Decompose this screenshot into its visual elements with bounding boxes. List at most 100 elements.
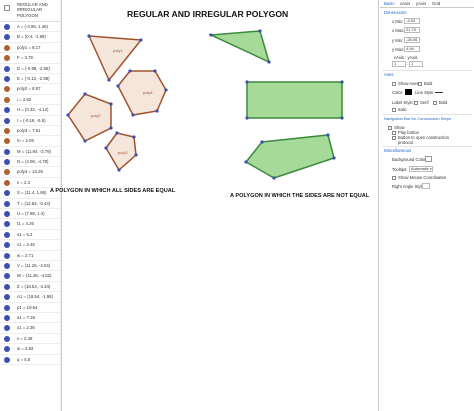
algebra-row[interactable]: w = 2.71 bbox=[0, 251, 61, 261]
visibility-toggle-icon[interactable] bbox=[4, 200, 10, 207]
algebra-row[interactable]: poly4 = 13.26 bbox=[0, 167, 61, 178]
tab-basic[interactable]: Basic bbox=[384, 1, 395, 6]
algebra-row[interactable]: p1 = 19.64 bbox=[0, 303, 61, 313]
visibility-toggle-icon[interactable] bbox=[4, 169, 10, 176]
algebra-row[interactable]: F = 3.79 bbox=[0, 53, 61, 64]
visibility-toggle-icon[interactable] bbox=[4, 148, 10, 155]
visibility-toggle-icon[interactable] bbox=[4, 262, 10, 269]
visibility-toggle-icon[interactable] bbox=[4, 117, 10, 124]
ratio-left-field[interactable]: 1 bbox=[392, 61, 406, 67]
visibility-toggle-icon[interactable] bbox=[4, 335, 10, 342]
serif-checkbox[interactable] bbox=[414, 101, 418, 105]
xmin-field[interactable]: -3.52 bbox=[404, 18, 420, 24]
visibility-toggle-icon[interactable] bbox=[4, 86, 10, 93]
visibility-toggle-icon[interactable] bbox=[4, 221, 10, 228]
algebra-row[interactable]: t1 = 4.26 bbox=[0, 219, 61, 230]
visibility-toggle-icon[interactable] bbox=[4, 96, 10, 103]
visibility-toggle-icon[interactable] bbox=[4, 242, 10, 249]
show-axes-checkbox[interactable] bbox=[392, 82, 396, 86]
visibility-toggle-icon[interactable] bbox=[4, 346, 10, 353]
visibility-toggle-icon[interactable] bbox=[4, 75, 10, 82]
visibility-toggle-icon[interactable] bbox=[4, 283, 10, 290]
algebra-row[interactable]: I = (-0.19, -5.5) bbox=[0, 116, 61, 126]
visibility-toggle-icon[interactable] bbox=[4, 179, 10, 186]
visibility-toggle-icon[interactable] bbox=[4, 211, 10, 218]
visibility-toggle-icon[interactable] bbox=[4, 24, 10, 30]
ymax-field[interactable]: 4.94 bbox=[404, 46, 420, 52]
background-color-swatch[interactable] bbox=[425, 156, 432, 162]
visibility-toggle-icon[interactable] bbox=[4, 190, 10, 197]
visibility-toggle-icon[interactable] bbox=[4, 55, 10, 62]
irregular-pentagon[interactable] bbox=[244, 134, 335, 179]
ymin-field[interactable]: -28.06 bbox=[404, 37, 420, 43]
line-style-icon[interactable] bbox=[435, 92, 443, 93]
visibility-toggle-icon[interactable] bbox=[4, 65, 10, 72]
algebra-scrollbar[interactable] bbox=[60, 0, 61, 411]
algebra-row[interactable]: m = 2.06 bbox=[0, 136, 61, 147]
label-bold-checkbox[interactable] bbox=[433, 101, 437, 105]
algebra-row[interactable]: v = 2.48 bbox=[0, 334, 61, 345]
visibility-toggle-icon[interactable] bbox=[4, 127, 10, 134]
irregular-triangle[interactable] bbox=[208, 30, 271, 64]
tooltips-label: Tooltips: bbox=[392, 167, 408, 172]
visibility-toggle-icon[interactable] bbox=[4, 231, 10, 238]
visibility-toggle-icon[interactable] bbox=[4, 314, 10, 321]
algebra-row[interactable]: poly2 = 8.87 bbox=[0, 84, 61, 95]
algebra-row[interactable]: A = (-3.96, 1.46) bbox=[0, 22, 61, 33]
visibility-toggle-icon[interactable] bbox=[4, 252, 10, 259]
graphics-view[interactable]: poly1 poly2 poly3 poly4 REGULAR AND IRRE… bbox=[50, 0, 379, 411]
visibility-toggle-icon[interactable] bbox=[4, 304, 10, 311]
right-angle-dropdown[interactable] bbox=[422, 183, 430, 189]
poly2-pentagon[interactable] bbox=[67, 93, 112, 142]
algebra-row[interactable]: s1 = 5.2 bbox=[0, 230, 61, 241]
visibility-toggle-icon[interactable] bbox=[4, 356, 10, 363]
show-mouse-coords-checkbox[interactable] bbox=[392, 176, 396, 180]
visibility-toggle-icon[interactable] bbox=[4, 107, 10, 114]
bold-checkbox[interactable] bbox=[418, 82, 422, 86]
algebra-row[interactable]: v1 = 3.45 bbox=[0, 240, 61, 251]
visibility-toggle-icon[interactable] bbox=[4, 294, 10, 301]
algebra-row[interactable]: N = (4.08, -4.78) bbox=[0, 157, 61, 168]
algebra-row[interactable]: q = 5.8 bbox=[0, 355, 61, 365]
open-protocol-checkbox[interactable] bbox=[392, 136, 396, 140]
algebra-row[interactable]: B = (0.4, -1.98) bbox=[0, 32, 61, 43]
algebra-row[interactable]: poly1 = 8.17 bbox=[0, 43, 61, 54]
visibility-toggle-icon[interactable] bbox=[4, 34, 10, 41]
show-nav-checkbox[interactable] bbox=[388, 126, 392, 130]
poly4-hexagon[interactable] bbox=[117, 70, 167, 116]
algebra-row[interactable]: w = 2.82 bbox=[0, 344, 61, 355]
algebra-row[interactable]: E = (-0.12, -2.98) bbox=[0, 74, 61, 85]
visibility-toggle-icon[interactable] bbox=[4, 138, 10, 145]
algebra-row[interactable]: M = (11.94, -3.79) bbox=[0, 147, 61, 158]
algebra-row[interactable]: a1 = 7.26 bbox=[0, 313, 61, 324]
algebra-row[interactable]: x1 = 2.36 bbox=[0, 323, 61, 334]
algebra-row[interactable]: H = (0.32, -4.12) bbox=[0, 105, 61, 116]
graphics-canvas[interactable]: poly1 poly2 poly3 poly4 bbox=[63, 0, 379, 411]
italic-checkbox[interactable] bbox=[392, 108, 396, 112]
algebra-row[interactable]: A1 = (18.54, -1.98) bbox=[0, 292, 61, 303]
visibility-toggle-icon[interactable] bbox=[4, 159, 10, 166]
axis-color-swatch[interactable] bbox=[405, 89, 412, 95]
xmax-field[interactable]: 21.79 bbox=[404, 27, 420, 33]
ratio-right-field[interactable]: 1 bbox=[409, 61, 423, 67]
visibility-toggle-icon[interactable] bbox=[4, 325, 10, 332]
algebra-row[interactable]: U = (7.98, 1.4) bbox=[0, 209, 61, 220]
irregular-rectangle[interactable] bbox=[246, 81, 343, 119]
visibility-toggle-icon[interactable] bbox=[4, 273, 10, 280]
tab-yaxis[interactable]: yAxis bbox=[416, 1, 426, 6]
visibility-checkbox[interactable] bbox=[4, 5, 10, 11]
algebra-row[interactable]: V = (11.26, -2.04) bbox=[0, 261, 61, 272]
algebra-row[interactable]: D = (-0.98, -2.68) bbox=[0, 64, 61, 74]
play-button-checkbox[interactable] bbox=[392, 131, 396, 135]
algebra-row[interactable]: Z = (18.54, -4.34) bbox=[0, 282, 61, 293]
chevron-down-icon[interactable]: ▾ bbox=[430, 167, 432, 171]
visibility-toggle-icon[interactable] bbox=[4, 44, 10, 51]
tab-xaxis[interactable]: xAxis bbox=[400, 1, 410, 6]
algebra-row[interactable]: W = (11.36, -4.52) bbox=[0, 271, 61, 282]
algebra-row[interactable]: s = 2.3 bbox=[0, 178, 61, 189]
algebra-row[interactable]: poly3 = 7.51 bbox=[0, 126, 61, 137]
tab-grid[interactable]: Grid bbox=[432, 1, 440, 6]
algebra-header[interactable]: REGULAR AND IRREGULAR POLYGON bbox=[0, 0, 61, 22]
algebra-row[interactable]: i = 2.82 bbox=[0, 95, 61, 106]
algebra-row[interactable]: T = (12.84, -0.44) bbox=[0, 199, 61, 210]
